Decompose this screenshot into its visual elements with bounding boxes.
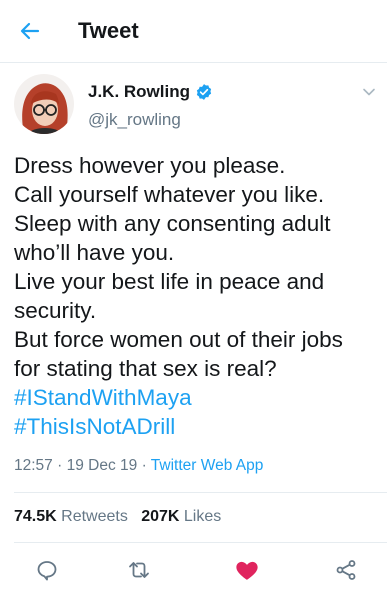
back-button[interactable] — [12, 13, 48, 49]
divider — [14, 542, 387, 543]
retweets-count: 74.5K — [14, 508, 57, 525]
tweet-line: But force women out of their jobs — [14, 327, 343, 352]
reply-button[interactable] — [29, 552, 65, 588]
more-options-button[interactable] — [359, 82, 379, 102]
divider — [14, 492, 387, 493]
meta-separator: · — [141, 457, 147, 474]
hashtag-link[interactable]: #IStandWithMaya — [14, 383, 379, 412]
chevron-down-icon — [363, 88, 375, 96]
tweet-line: who’ll have you. — [14, 240, 175, 265]
share-nodes-icon — [336, 560, 356, 580]
hashtag-link[interactable]: #ThisIsNotADrill — [14, 412, 379, 441]
page-title: Tweet — [78, 18, 139, 43]
verified-badge-icon — [196, 84, 212, 100]
retweet-button[interactable] — [121, 552, 157, 588]
likes-label: Likes — [183, 508, 222, 525]
action-bar — [0, 552, 387, 588]
retweets-stat[interactable]: 74.5K Retweets — [14, 508, 128, 525]
speech-bubble-icon — [37, 561, 57, 581]
tweet-line: Live your best life in peace and — [14, 269, 325, 294]
name-row: J.K. Rowling — [88, 82, 213, 102]
tweet-line: security. — [14, 298, 97, 323]
tweet-line: Call yourself whatever you like. — [14, 182, 325, 207]
avatar-image — [14, 74, 74, 134]
tweet-source-link[interactable]: Twitter Web App — [151, 457, 264, 474]
likes-stat[interactable]: 207K Likes — [141, 508, 221, 525]
meta-separator: · — [57, 457, 63, 474]
retweet-arrows-icon — [129, 562, 149, 578]
share-button[interactable] — [328, 552, 364, 588]
like-button[interactable] — [229, 552, 265, 588]
arrow-left-icon — [20, 22, 40, 40]
tweet-stats: 74.5K Retweets 207K Likes — [14, 508, 221, 526]
heart-icon — [236, 561, 258, 580]
tweet-line: for stating that sex is real? — [14, 356, 277, 381]
tweet-line: Sleep with any consenting adult — [14, 211, 331, 236]
tweet-author: J.K. Rowling @jk_rowling — [0, 72, 387, 142]
likes-count: 207K — [141, 508, 180, 525]
user-handle[interactable]: @jk_rowling — [88, 110, 181, 130]
tweet-text: Dress however you please. Call yourself … — [14, 151, 379, 441]
tweet-meta: 12:57 · 19 Dec 19 · Twitter Web App — [14, 457, 263, 475]
header-bar: Tweet — [0, 0, 387, 63]
tweet-line: Dress however you please. — [14, 153, 286, 178]
avatar[interactable] — [14, 74, 74, 134]
retweets-label: Retweets — [61, 508, 128, 525]
tweet-date: 19 Dec 19 — [66, 457, 138, 474]
tweet-time: 12:57 — [14, 457, 53, 474]
display-name[interactable]: J.K. Rowling — [88, 82, 190, 102]
